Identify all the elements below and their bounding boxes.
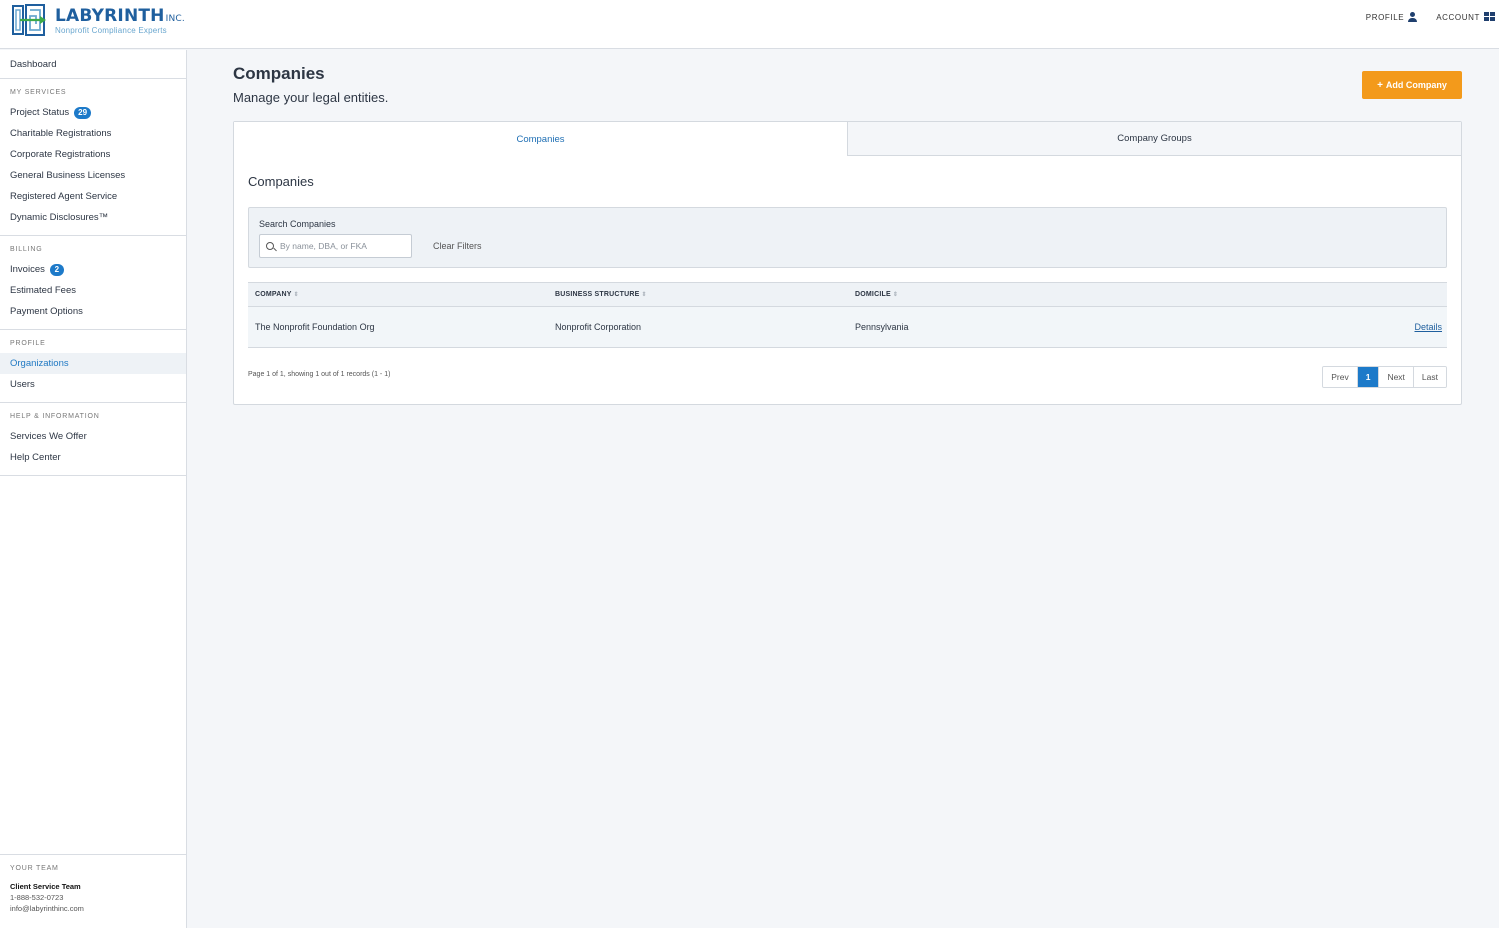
- grid-icon: [1484, 12, 1495, 22]
- account-label: ACCOUNT: [1436, 12, 1480, 22]
- sidebar-item-label: Project Status: [10, 107, 70, 118]
- sidebar-item-organizations[interactable]: Organizations: [0, 353, 186, 374]
- page-subtitle: Manage your legal entities.: [233, 90, 389, 105]
- profile-label: PROFILE: [1365, 12, 1405, 22]
- sort-icon: ⇕: [641, 292, 647, 298]
- brand-suffix: INC.: [165, 14, 185, 24]
- page-title: Companies: [233, 64, 325, 83]
- sidebar-item-label: Invoices: [10, 264, 45, 275]
- tab-bar: Companies Company Groups: [234, 122, 1461, 156]
- sidebar-item-general-business-licenses[interactable]: General Business Licenses: [0, 165, 186, 186]
- sidebar-item-project-status[interactable]: Project Status 29: [0, 102, 186, 123]
- sidebar-item-registered-agent-service[interactable]: Registered Agent Service: [0, 186, 186, 207]
- next-page-button[interactable]: Next: [1378, 367, 1413, 387]
- your-team-panel: YOUR TEAM Client Service Team 1-888-532-…: [0, 854, 186, 928]
- section-title: Companies: [248, 174, 314, 189]
- column-header-domicile[interactable]: DOMICILE ⇕: [855, 291, 898, 298]
- table-row: The Nonprofit Foundation Org Nonprofit C…: [248, 307, 1447, 348]
- add-company-label: Add Company: [1385, 80, 1447, 90]
- team-phone: 1-888-532-0723: [10, 893, 64, 902]
- profile-menu[interactable]: PROFILE: [1365, 12, 1418, 22]
- sidebar-item-help-center[interactable]: Help Center: [0, 447, 186, 468]
- sidebar-item-label: Users: [10, 379, 35, 390]
- last-page-button[interactable]: Last: [1412, 367, 1446, 387]
- sidebar-heading: BILLING: [10, 246, 43, 253]
- sidebar-group-profile: PROFILE Organizations Users: [0, 330, 186, 403]
- sidebar-item-dashboard[interactable]: Dashboard: [0, 54, 186, 75]
- sidebar-heading: PROFILE: [10, 340, 46, 347]
- prev-page-button[interactable]: Prev: [1323, 367, 1357, 387]
- brand-name: LABYRINTH: [55, 6, 165, 26]
- companies-card: Companies Company Groups Companies Searc…: [233, 121, 1462, 405]
- sort-icon: ⇕: [293, 292, 299, 298]
- team-heading: YOUR TEAM: [10, 865, 59, 872]
- sidebar-item-label: Dynamic Disclosures™: [10, 212, 109, 223]
- sidebar: Dashboard MY SERVICES Project Status 29 …: [0, 50, 187, 928]
- tab-company-groups[interactable]: Company Groups: [847, 122, 1461, 156]
- top-bar: LABYRINTHINC. Nonprofit Compliance Exper…: [0, 0, 1499, 49]
- count-badge: 29: [74, 106, 92, 119]
- sidebar-group-my-services: MY SERVICES Project Status 29 Charitable…: [0, 79, 186, 236]
- search-input[interactable]: [280, 235, 408, 257]
- sidebar-group-billing: BILLING Invoices 2 Estimated Fees Paymen…: [0, 236, 186, 330]
- sidebar-item-label: Organizations: [10, 358, 69, 369]
- clear-filters-link[interactable]: Clear Filters: [433, 241, 482, 251]
- team-email[interactable]: info@labyrinthinc.com: [10, 903, 176, 914]
- search-box[interactable]: [259, 234, 412, 258]
- sidebar-item-users[interactable]: Users: [0, 374, 186, 395]
- search-icon: [266, 242, 274, 250]
- cell-domicile: Pennsylvania: [855, 322, 909, 332]
- sidebar-item-invoices[interactable]: Invoices 2: [0, 259, 186, 280]
- cell-company: The Nonprofit Foundation Org: [255, 322, 375, 332]
- search-label: Search Companies: [259, 219, 336, 229]
- brand-tagline: Nonprofit Compliance Experts: [55, 26, 167, 35]
- table-header: COMPANY ⇕ BUSINESS STRUCTURE ⇕ DOMICILE ⇕: [248, 282, 1447, 307]
- sidebar-heading: MY SERVICES: [10, 89, 67, 96]
- sidebar-group-dashboard: Dashboard: [0, 50, 186, 79]
- labyrinth-logo-icon: [12, 4, 46, 36]
- details-link[interactable]: Details: [1414, 322, 1442, 332]
- pagination: Prev 1 Next Last: [1322, 366, 1447, 388]
- column-header-business-structure[interactable]: BUSINESS STRUCTURE ⇕: [555, 291, 647, 298]
- count-badge: 2: [49, 263, 64, 276]
- cell-business-structure: Nonprofit Corporation: [555, 322, 642, 332]
- page-1-button[interactable]: 1: [1356, 367, 1379, 387]
- sort-icon: ⇕: [892, 292, 899, 298]
- sidebar-heading: HELP & INFORMATION: [10, 413, 100, 420]
- sidebar-item-corporate-registrations[interactable]: Corporate Registrations: [0, 144, 186, 165]
- team-name: Client Service Team: [10, 882, 81, 891]
- pagination-info: Page 1 of 1, showing 1 out of 1 records …: [248, 371, 391, 378]
- account-menu[interactable]: ACCOUNT: [1436, 12, 1495, 22]
- sidebar-item-dynamic-disclosures[interactable]: Dynamic Disclosures™: [0, 207, 186, 228]
- person-icon: [1408, 12, 1418, 22]
- sidebar-item-label: Registered Agent Service: [10, 191, 118, 202]
- sidebar-group-help: HELP & INFORMATION Services We Offer Hel…: [0, 403, 186, 476]
- sidebar-item-estimated-fees[interactable]: Estimated Fees: [0, 280, 186, 301]
- sidebar-item-label: Estimated Fees: [10, 285, 76, 296]
- sidebar-item-services-we-offer[interactable]: Services We Offer: [0, 426, 186, 447]
- companies-table: COMPANY ⇕ BUSINESS STRUCTURE ⇕ DOMICILE ⇕ T…: [248, 282, 1447, 348]
- plus-icon: +: [1377, 79, 1383, 91]
- sidebar-item-label: General Business Licenses: [10, 170, 126, 181]
- sidebar-item-label: Charitable Registrations: [10, 128, 112, 139]
- column-header-company[interactable]: COMPANY ⇕: [255, 291, 299, 298]
- sidebar-item-label: Services We Offer: [10, 431, 87, 442]
- sidebar-item-label: Help Center: [10, 452, 61, 463]
- sidebar-item-charitable-registrations[interactable]: Charitable Registrations: [0, 123, 186, 144]
- top-nav: PROFILE ACCOUNT: [1366, 12, 1495, 22]
- sidebar-item-label: Payment Options: [10, 306, 83, 317]
- tab-companies[interactable]: Companies: [234, 122, 847, 156]
- sidebar-item-label: Corporate Registrations: [10, 149, 111, 160]
- sidebar-item-payment-options[interactable]: Payment Options: [0, 301, 186, 322]
- filter-panel: Search Companies Clear Filters: [248, 207, 1447, 268]
- add-company-button[interactable]: + Add Company: [1362, 71, 1462, 99]
